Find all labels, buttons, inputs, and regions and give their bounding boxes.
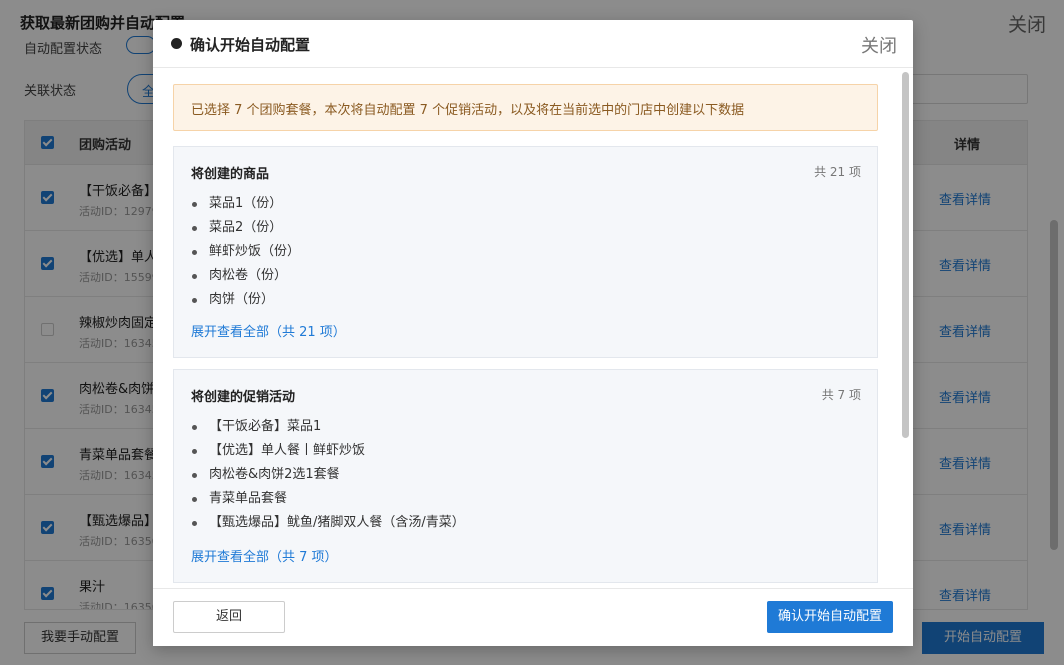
products-count: 共 21 项: [814, 165, 861, 179]
bullet-icon: [171, 38, 182, 49]
products-section-title: 将创建的商品: [191, 167, 270, 182]
list-item: 菜品1（份）: [191, 192, 300, 216]
list-item: 【干饭必备】菜品1: [191, 415, 465, 439]
summary-notice: 已选择 7 个团购套餐，本次将自动配置 7 个促销活动，以及将在当前选中的门店中…: [173, 84, 878, 131]
promotions-section-title: 将创建的促销活动: [191, 390, 296, 405]
list-item: 鲜虾炒饭（份）: [191, 240, 300, 264]
products-list: 菜品1（份） 菜品2（份） 鲜虾炒饭（份） 肉松卷（份） 肉饼（份）: [191, 192, 300, 312]
promotions-list: 【干饭必备】菜品1 【优选】单人餐丨鲜虾炒饭 肉松卷&肉饼2选1套餐 青菜单品套…: [191, 415, 465, 535]
confirm-dialog: 确认开始自动配置 关闭 已选择 7 个团购套餐，本次将自动配置 7 个促销活动，…: [153, 20, 913, 646]
expand-products-link[interactable]: 展开查看全部（共 21 项）: [191, 321, 346, 340]
dialog-body: 已选择 7 个团购套餐，本次将自动配置 7 个促销活动，以及将在当前选中的门店中…: [153, 69, 913, 588]
dialog-scrollbar[interactable]: [902, 72, 909, 438]
list-item: 【甄选爆品】鱿鱼/猪脚双人餐（含汤/青菜）: [191, 511, 465, 535]
list-item: 肉饼（份）: [191, 288, 300, 312]
dialog-close-button[interactable]: 关闭: [861, 32, 897, 58]
expand-promotions-link[interactable]: 展开查看全部（共 7 项）: [191, 546, 338, 565]
dialog-title: 确认开始自动配置: [190, 36, 311, 54]
list-item: 青菜单品套餐: [191, 487, 465, 511]
list-item: 菜品2（份）: [191, 216, 300, 240]
dialog-header: 确认开始自动配置 关闭: [153, 20, 913, 68]
promotions-count: 共 7 项: [821, 388, 861, 402]
dialog-footer: 返回 确认开始自动配置: [153, 588, 913, 646]
list-item: 【优选】单人餐丨鲜虾炒饭: [191, 439, 465, 463]
confirm-auto-config-button[interactable]: 确认开始自动配置: [767, 601, 893, 633]
list-item: 肉松卷&肉饼2选1套餐: [191, 463, 465, 487]
list-item: 肉松卷（份）: [191, 264, 300, 288]
products-section: 将创建的商品 共 21 项 菜品1（份） 菜品2（份） 鲜虾炒饭（份） 肉松卷（…: [173, 146, 878, 358]
back-button[interactable]: 返回: [173, 601, 285, 633]
promotions-section: 将创建的促销活动 共 7 项 【干饭必备】菜品1 【优选】单人餐丨鲜虾炒饭 肉松…: [173, 369, 878, 583]
